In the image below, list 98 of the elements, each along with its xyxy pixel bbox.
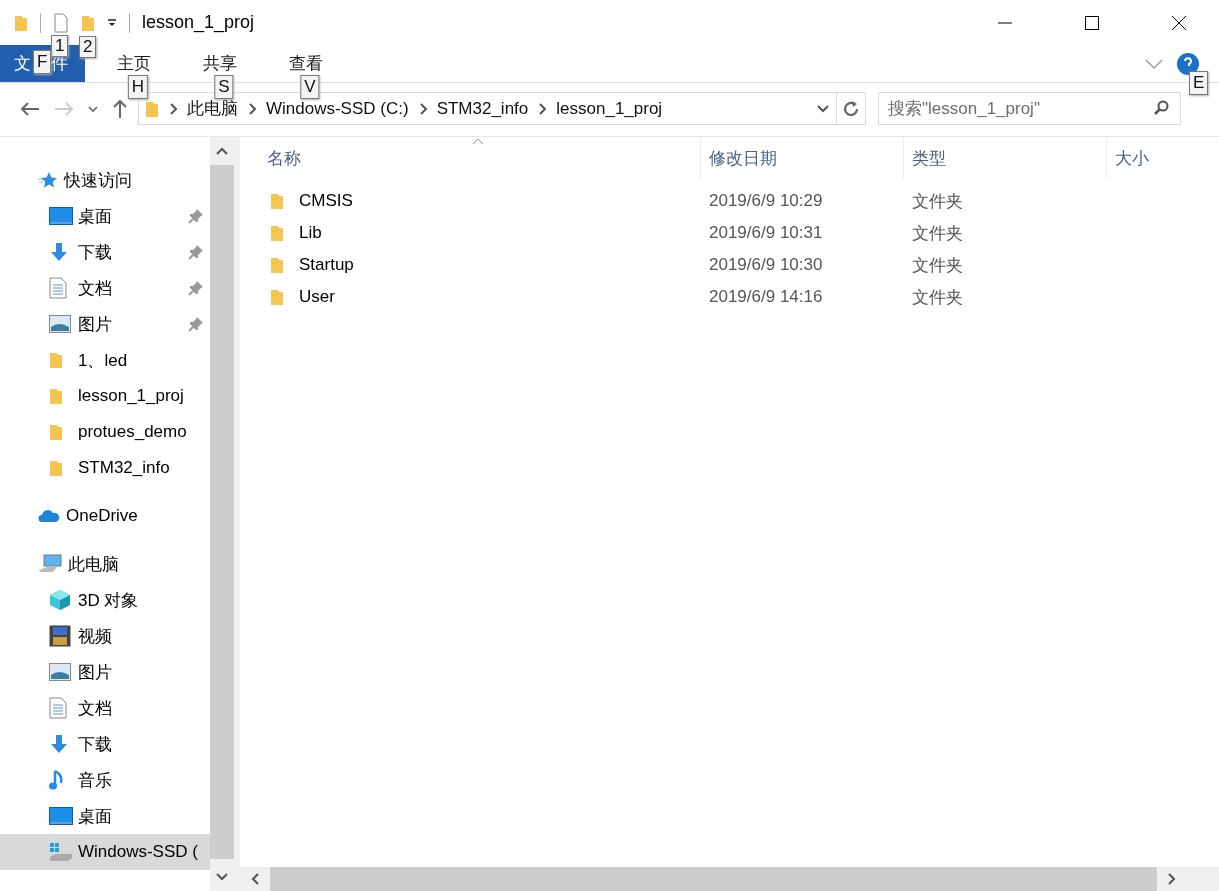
- modified-date: 2019/6/9 10:31: [709, 223, 823, 242]
- sidebar-item[interactable]: 下载: [0, 726, 210, 762]
- sidebar-item[interactable]: 桌面: [0, 198, 210, 234]
- folder-icon: [49, 423, 63, 441]
- pin-icon[interactable]: [188, 244, 204, 260]
- key-tip: V: [300, 75, 320, 99]
- recent-locations-icon[interactable]: [88, 104, 98, 113]
- pin-icon[interactable]: [188, 280, 204, 296]
- scroll-left-icon[interactable]: [251, 873, 259, 885]
- sidebar-item[interactable]: 文档: [0, 270, 210, 306]
- picture-icon: [49, 315, 71, 333]
- star-icon: [38, 171, 58, 189]
- close-icon[interactable]: [1171, 14, 1187, 31]
- help-icon[interactable]: [1177, 52, 1199, 75]
- breadcrumb[interactable]: 此电脑: [187, 97, 238, 120]
- folder-icon: [270, 192, 284, 210]
- sidebar-item[interactable]: 视频: [0, 618, 210, 654]
- file-type: 文件夹: [912, 287, 963, 307]
- sidebar-item[interactable]: 快速访问: [0, 162, 210, 198]
- file-name[interactable]: CMSIS: [299, 191, 353, 211]
- scroll-right-icon[interactable]: [1168, 873, 1176, 885]
- column-header[interactable]: 名称: [240, 137, 700, 179]
- modified-date: 2019/6/9 10:30: [709, 255, 823, 274]
- picture-icon: [49, 663, 71, 681]
- file-name[interactable]: User: [299, 287, 335, 307]
- pin-icon[interactable]: [188, 208, 204, 224]
- sidebar-item[interactable]: 桌面: [0, 798, 210, 834]
- chevron-icon[interactable]: [419, 102, 428, 115]
- scroll-down-icon[interactable]: [216, 873, 228, 881]
- key-tip: 2: [79, 35, 97, 58]
- search-icon[interactable]: [1153, 100, 1169, 116]
- sidebar-item[interactable]: OneDrive: [0, 498, 210, 534]
- key-tip: 1: [51, 34, 69, 57]
- column-header[interactable]: 大小: [1106, 137, 1216, 179]
- sidebar-item[interactable]: 下载: [0, 234, 210, 270]
- file-name[interactable]: Startup: [299, 255, 354, 275]
- breadcrumb[interactable]: lesson_1_proj: [556, 98, 663, 119]
- sort-ascending-icon: [472, 138, 484, 145]
- folder-icon: [145, 99, 159, 118]
- window-title: lesson_1_proj: [142, 12, 255, 33]
- key-tip: S: [214, 75, 234, 99]
- down-arrow-icon: [49, 242, 69, 262]
- sidebar-item[interactable]: 图片: [0, 654, 210, 690]
- file-name[interactable]: Lib: [299, 223, 322, 243]
- chevron-icon[interactable]: [539, 102, 548, 115]
- document-icon: [49, 697, 67, 719]
- pin-icon[interactable]: [188, 316, 204, 332]
- scroll-up-icon[interactable]: [216, 147, 228, 155]
- up-arrow-icon[interactable]: [112, 98, 128, 119]
- expand-ribbon-icon[interactable]: [1145, 58, 1163, 69]
- key-tip: F: [33, 50, 52, 74]
- cloud-icon: [38, 509, 60, 523]
- column-header[interactable]: 修改日期: [700, 137, 903, 179]
- sidebar-item[interactable]: protues_demo: [0, 414, 210, 450]
- file-type: 文件夹: [912, 255, 963, 275]
- key-tip: E: [1189, 70, 1209, 95]
- sidebar-item[interactable]: Windows-SSD (: [0, 834, 210, 870]
- chevron-icon[interactable]: [170, 102, 178, 115]
- film-icon: [49, 625, 71, 647]
- sidebar-item[interactable]: lesson_1_proj: [0, 378, 210, 414]
- drive-icon: [49, 842, 73, 862]
- document-icon: [49, 277, 67, 299]
- sidebar-item[interactable]: 3D 对象: [0, 582, 210, 618]
- file-type: 文件夹: [912, 191, 963, 211]
- computer-icon: [38, 554, 62, 574]
- column-header[interactable]: 类型: [903, 137, 1106, 179]
- folder-icon: [270, 256, 284, 274]
- sidebar-item[interactable]: 此电脑: [0, 546, 210, 582]
- folder-icon: [270, 224, 284, 242]
- file-type: 文件夹: [912, 223, 963, 243]
- key-tip: H: [127, 75, 149, 99]
- folder-icon: [49, 387, 63, 405]
- sidebar-item[interactable]: 1、led: [0, 342, 210, 378]
- folder-icon: [49, 459, 63, 477]
- modified-date: 2019/6/9 10:29: [709, 191, 823, 210]
- breadcrumb[interactable]: Windows-SSD (C:): [266, 98, 409, 119]
- search-field[interactable]: 搜索"lesson_1_proj": [878, 92, 1181, 125]
- back-arrow-icon[interactable]: [20, 100, 40, 117]
- breadcrumb[interactable]: STM32_info: [436, 98, 529, 119]
- sidebar-item[interactable]: 图片: [0, 306, 210, 342]
- maximize-icon[interactable]: [1084, 14, 1100, 31]
- sidebar-item[interactable]: STM32_info: [0, 450, 210, 486]
- dropdown-icon[interactable]: [816, 103, 830, 114]
- sidebar-item[interactable]: 音乐: [0, 762, 210, 798]
- address-bar[interactable]: 此电脑 Windows-SSD (C:) STM32_info lesson_1_proj: [138, 92, 866, 125]
- folder-icon: [49, 351, 63, 369]
- monitor-icon: [49, 807, 73, 825]
- folder-icon: [14, 13, 28, 32]
- music-note-icon: [49, 769, 65, 791]
- chevron-icon[interactable]: [249, 102, 257, 115]
- monitor-icon: [49, 207, 73, 225]
- folder-icon: [270, 288, 284, 306]
- cube-icon: [49, 589, 71, 611]
- refresh-icon[interactable]: [842, 99, 860, 118]
- modified-date: 2019/6/9 14:16: [709, 287, 823, 306]
- dropdown-icon[interactable]: [107, 17, 117, 28]
- down-arrow-icon: [49, 734, 69, 754]
- sidebar-item[interactable]: 文档: [0, 690, 210, 726]
